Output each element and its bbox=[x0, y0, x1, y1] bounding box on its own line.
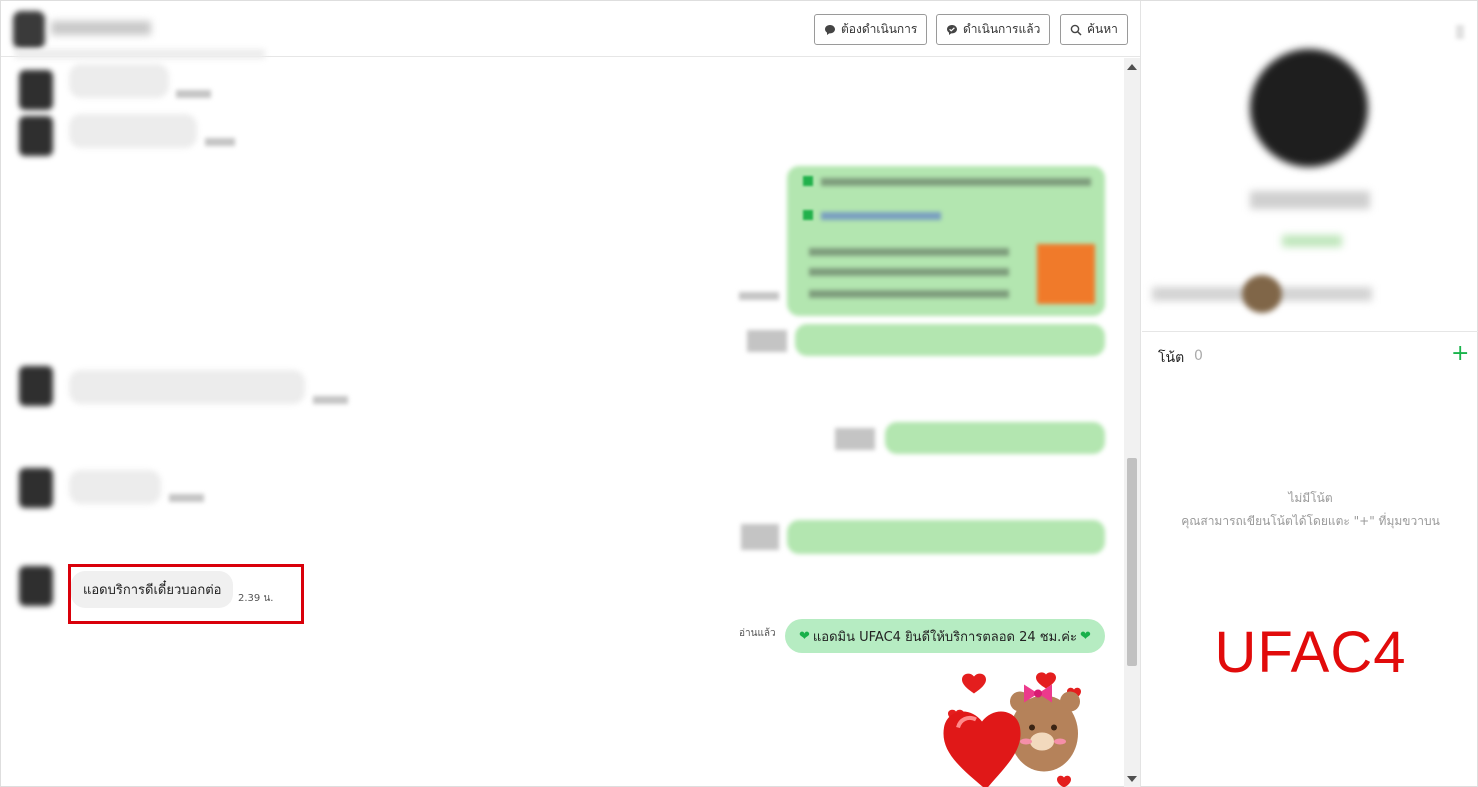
chat-bubble-check-icon bbox=[947, 24, 957, 35]
text-line-redacted bbox=[809, 268, 1009, 276]
outgoing-message-text: แอดมิน UFAC4 ยินดีให้บริการตลอด 24 ชม.ค่… bbox=[812, 629, 1077, 645]
outgoing-message-redacted bbox=[787, 520, 1105, 554]
profile-subtitle-redacted bbox=[1282, 235, 1342, 247]
notes-count: 0 bbox=[1194, 348, 1203, 364]
scroll-thumb[interactable] bbox=[1127, 458, 1137, 666]
notes-label: โน้ต bbox=[1158, 350, 1185, 366]
sender-avatar bbox=[19, 366, 53, 406]
bear-hearts-sticker bbox=[943, 672, 1081, 787]
chat-scrollbar[interactable] bbox=[1124, 58, 1140, 787]
message-time-redacted bbox=[835, 428, 875, 450]
message-time-redacted bbox=[739, 292, 779, 300]
search-icon bbox=[1070, 24, 1082, 36]
read-status: อ่านแล้ว bbox=[739, 628, 776, 639]
sidebar-menu-redacted[interactable] bbox=[1456, 25, 1464, 39]
notes-empty-description: คุณสามารถเขียนโน้ตได้โดยแตะ "+" ที่มุมขว… bbox=[1181, 514, 1440, 528]
scroll-up-arrow-icon[interactable] bbox=[1127, 64, 1137, 70]
todo-button[interactable]: ต้องดำเนินการ bbox=[814, 14, 928, 45]
preview-thumbnail-redacted bbox=[1037, 244, 1095, 304]
message-bubble-redacted bbox=[69, 470, 161, 504]
profile-avatar-redacted[interactable] bbox=[1250, 49, 1368, 167]
divider bbox=[1142, 331, 1478, 332]
message-time-redacted bbox=[747, 330, 787, 352]
todo-button-label: ต้องดำเนินการ bbox=[841, 22, 918, 36]
plus-icon[interactable]: + bbox=[1451, 343, 1469, 365]
profile-sidebar: โน้ต 0 + ไม่มีโน้ต คุณสามารถเขียนโน้ตได้… bbox=[1142, 1, 1478, 787]
message-time-redacted bbox=[176, 90, 211, 98]
notes-empty-title: ไม่มีโน้ต bbox=[1288, 491, 1333, 505]
chat-panel: ต้องดำเนินการ ดำเนินการแล้ว ค้นหา แอดบริ… bbox=[1, 1, 1141, 787]
green-heart-icon: ❤ bbox=[799, 628, 810, 644]
highlight-box bbox=[68, 564, 304, 624]
green-heart-icon: ❤ bbox=[1080, 628, 1091, 644]
link-redacted bbox=[821, 212, 941, 220]
message-time-redacted bbox=[205, 138, 235, 146]
search-button-label: ค้นหา bbox=[1087, 22, 1118, 36]
message-bubble-redacted bbox=[69, 114, 197, 148]
scroll-down-arrow-icon[interactable] bbox=[1127, 776, 1137, 782]
text-line-redacted bbox=[821, 178, 1091, 186]
chat-bubble-icon bbox=[825, 24, 835, 35]
done-button-label: ดำเนินการแล้ว bbox=[963, 22, 1041, 36]
message-time-redacted bbox=[169, 494, 204, 502]
brand-overlay-text: UFAC4 bbox=[1214, 620, 1407, 685]
line-oa-chat-window: ต้องดำเนินการ ดำเนินการแล้ว ค้นหา แอดบริ… bbox=[0, 0, 1478, 787]
message-time-redacted bbox=[741, 524, 779, 550]
message-bubble-redacted bbox=[69, 64, 169, 98]
text-line-redacted bbox=[809, 248, 1009, 256]
message-bubble-redacted bbox=[69, 370, 305, 404]
emoji-redacted bbox=[803, 210, 813, 220]
message-time-redacted bbox=[313, 396, 348, 404]
sender-avatar bbox=[19, 468, 53, 508]
done-button[interactable]: ดำเนินการแล้ว bbox=[936, 14, 1051, 45]
outgoing-message-bubble: ❤ แอดมิน UFAC4 ยินดีให้บริการตลอด 24 ชม.… bbox=[785, 619, 1105, 653]
emoji-redacted bbox=[803, 176, 813, 186]
sender-avatar bbox=[19, 116, 53, 156]
sender-avatar bbox=[19, 70, 53, 110]
contact-avatar[interactable] bbox=[13, 11, 45, 49]
search-button[interactable]: ค้นหา bbox=[1060, 14, 1128, 45]
chat-header: ต้องดำเนินการ ดำเนินการแล้ว ค้นหา bbox=[1, 1, 1140, 59]
outgoing-message-redacted bbox=[795, 324, 1105, 356]
assignee-avatar-redacted bbox=[1242, 275, 1282, 313]
text-line-redacted bbox=[809, 290, 1009, 298]
sender-avatar bbox=[19, 566, 53, 606]
profile-name-redacted bbox=[1250, 191, 1370, 209]
contact-name-redacted bbox=[51, 21, 151, 35]
outgoing-message-redacted bbox=[885, 422, 1105, 454]
